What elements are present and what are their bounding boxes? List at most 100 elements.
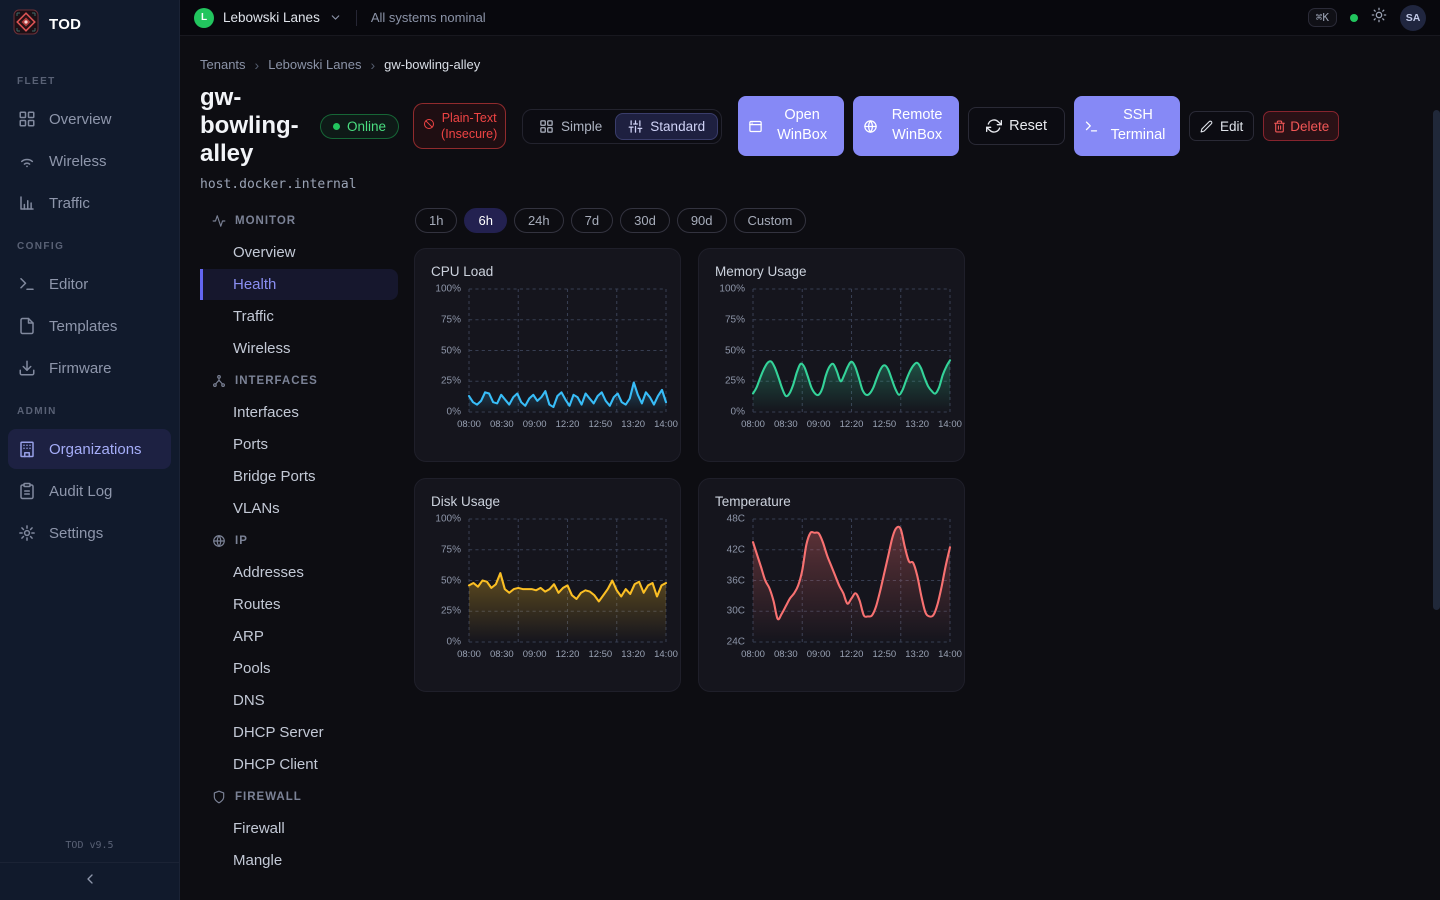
y-tick: 100%	[435, 514, 461, 525]
connection-status-dot	[1350, 14, 1358, 22]
x-tick: 12:20	[556, 419, 580, 430]
theme-toggle-button[interactable]	[1371, 7, 1387, 28]
view-mode-simple[interactable]: Simple	[526, 113, 615, 140]
subnav-item-ports[interactable]: Ports	[200, 429, 398, 460]
subnav-item-pools[interactable]: Pools	[200, 653, 398, 684]
sidebar-item-audit-log[interactable]: Audit Log	[8, 471, 171, 511]
subnav-item-dns[interactable]: DNS	[200, 685, 398, 716]
x-tick: 12:20	[840, 649, 864, 660]
subnav-item-dhcp-client[interactable]: DHCP Client	[200, 749, 398, 780]
trash-icon	[1273, 120, 1286, 133]
subnav-item-firewall[interactable]: Firewall	[200, 813, 398, 844]
remote-winbox-button[interactable]: Remote WinBox	[853, 96, 959, 156]
sidebar-item-templates[interactable]: Templates	[8, 306, 171, 346]
subnav-item-interfaces[interactable]: Interfaces	[200, 397, 398, 428]
y-tick: 36C	[727, 575, 745, 586]
subnav-item-arp[interactable]: ARP	[200, 621, 398, 652]
subnav-item-routes[interactable]: Routes	[200, 589, 398, 620]
subnav-item-wireless[interactable]: Wireless	[200, 333, 398, 364]
sidebar-footer: TOD v9.5	[0, 829, 179, 900]
ssh-terminal-button[interactable]: SSH Terminal	[1074, 96, 1180, 156]
x-axis-labels: 08:0008:3009:0012:2012:5013:2014:00	[469, 649, 666, 662]
y-tick: 50%	[725, 345, 745, 356]
time-range-30d[interactable]: 30d	[620, 208, 670, 233]
x-tick: 13:20	[621, 649, 645, 660]
reset-button[interactable]: Reset	[968, 107, 1065, 145]
x-tick: 08:30	[774, 649, 798, 660]
chart-title: Temperature	[715, 494, 950, 509]
open-winbox-button[interactable]: Open WinBox	[738, 96, 844, 156]
command-palette-shortcut[interactable]: ⌘K	[1308, 8, 1337, 27]
subnav-section-interfaces: INTERFACES	[200, 365, 398, 396]
action-label: Remote WinBox	[885, 106, 949, 145]
chart-memory-usage	[753, 289, 950, 412]
subnav-section-label: INTERFACES	[235, 375, 318, 387]
subnav-item-vlans[interactable]: VLANs	[200, 493, 398, 524]
delete-button[interactable]: Delete	[1263, 111, 1339, 141]
sidebar-item-editor[interactable]: Editor	[8, 264, 171, 304]
edit-button[interactable]: Edit	[1189, 111, 1254, 141]
sidebar-item-label: Settings	[49, 525, 103, 542]
page-title: gw-bowling-alley	[200, 84, 306, 168]
sidebar-item-wireless[interactable]: Wireless	[8, 141, 171, 181]
y-axis-labels: 100%75%50%25%0%	[713, 289, 753, 412]
x-tick: 08:30	[774, 419, 798, 430]
subnav-item-traffic[interactable]: Traffic	[200, 301, 398, 332]
subnav-section-monitor: MONITOR	[200, 205, 398, 236]
time-range-90d[interactable]: 90d	[677, 208, 727, 233]
tenant-switcher[interactable]: L Lebowski Lanes	[194, 8, 342, 28]
subnav-section-label: IP	[235, 535, 248, 547]
sidebar-item-label: Audit Log	[49, 483, 112, 500]
user-avatar[interactable]: SA	[1400, 5, 1426, 31]
chevron-right-icon: ›	[255, 58, 260, 72]
breadcrumb-tenants[interactable]: Tenants	[200, 57, 246, 72]
breadcrumb-device-name: gw-bowling-alley	[384, 57, 480, 72]
time-range-1h[interactable]: 1h	[415, 208, 457, 233]
sliders-icon	[628, 119, 643, 134]
sidebar-item-overview[interactable]: Overview	[8, 99, 171, 139]
subnav-item-addresses[interactable]: Addresses	[200, 557, 398, 588]
sidebar-item-label: Editor	[49, 276, 88, 293]
y-axis-labels: 48C42C36C30C24C	[713, 519, 753, 642]
x-tick: 08:30	[490, 649, 514, 660]
time-range-6h[interactable]: 6h	[464, 208, 506, 233]
app-window-icon	[748, 119, 763, 134]
time-range-24h[interactable]: 24h	[514, 208, 564, 233]
chart-plot-area	[753, 289, 950, 412]
view-mode-segmented-control: SimpleStandard	[522, 109, 722, 144]
sidebar-item-organizations[interactable]: Organizations	[8, 429, 171, 469]
view-mode-standard[interactable]: Standard	[615, 113, 718, 140]
time-range-selector: 1h 6h 24h 7d 30d 90d Custom	[415, 208, 1420, 233]
scrollbar-thumb[interactable]	[1433, 110, 1440, 610]
breadcrumb-tenant-name[interactable]: Lebowski Lanes	[268, 57, 361, 72]
y-tick: 48C	[727, 514, 745, 525]
subnav-item-dhcp-server[interactable]: DHCP Server	[200, 717, 398, 748]
subnav-item-health[interactable]: Health	[200, 269, 398, 300]
sidebar-item-label: Organizations	[49, 441, 142, 458]
action-label: SSH Terminal	[1106, 106, 1170, 145]
sidebar-item-label: Overview	[49, 111, 112, 128]
grid-icon	[539, 119, 554, 134]
sidebar-collapse-button[interactable]	[0, 863, 179, 900]
device-host: host.docker.internal	[180, 168, 1440, 192]
chart-plot-area	[469, 519, 666, 642]
time-range-custom[interactable]: Custom	[734, 208, 807, 233]
sidebar-item-traffic[interactable]: Traffic	[8, 183, 171, 223]
subnav-item-mangle[interactable]: Mangle	[200, 845, 398, 876]
y-axis-labels: 100%75%50%25%0%	[429, 519, 469, 642]
y-axis-labels: 100%75%50%25%0%	[429, 289, 469, 412]
sidebar-item-firmware[interactable]: Firmware	[8, 348, 171, 388]
y-tick: 42C	[727, 544, 745, 555]
x-tick: 12:50	[872, 649, 896, 660]
x-tick: 12:20	[840, 419, 864, 430]
wifi-icon	[18, 152, 36, 170]
time-range-7d[interactable]: 7d	[571, 208, 613, 233]
subnav-item-overview[interactable]: Overview	[200, 237, 398, 268]
app-version: TOD v9.5	[0, 829, 179, 863]
sidebar-nav: FLEETOverviewWirelessTrafficCONFIGEditor…	[0, 48, 179, 829]
subnav-item-bridge-ports[interactable]: Bridge Ports	[200, 461, 398, 492]
subnav-section-label: FIREWALL	[235, 791, 302, 803]
chart-plot-area	[753, 519, 950, 642]
x-tick: 12:50	[588, 649, 612, 660]
sidebar-item-settings[interactable]: Settings	[8, 513, 171, 553]
